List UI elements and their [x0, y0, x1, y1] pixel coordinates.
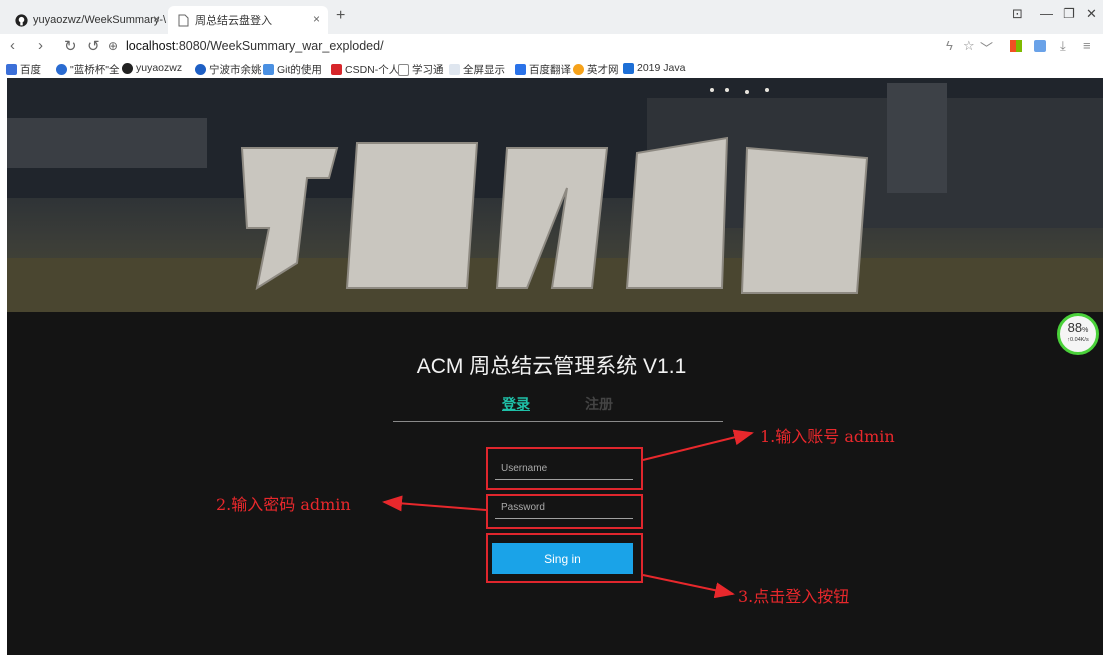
annotation-step3: 3.点击登入按钮 — [738, 587, 850, 606]
annotation-step1: 1.输入账号 admin — [760, 427, 895, 446]
annotation-step2: 2.输入密码 admin — [216, 495, 351, 514]
annotation-arrows — [382, 429, 754, 599]
